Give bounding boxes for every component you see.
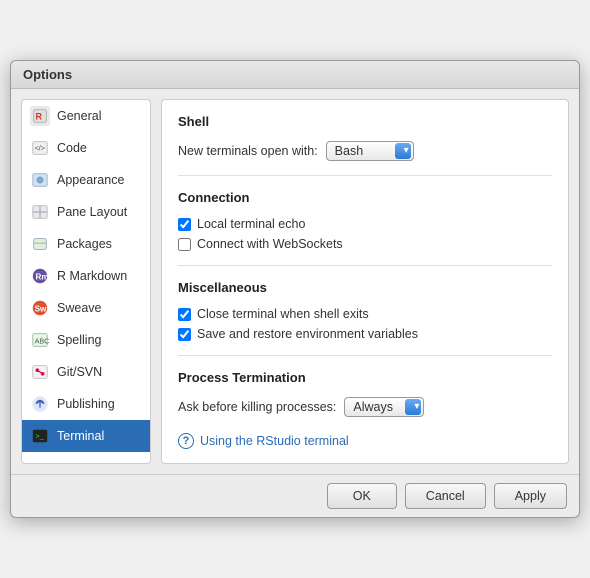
sidebar-item-r-markdown[interactable]: Rmd R Markdown xyxy=(22,260,150,292)
env-vars-row: Save and restore environment variables xyxy=(178,327,552,341)
websockets-label: Connect with WebSockets xyxy=(197,237,343,251)
sidebar-label-packages: Packages xyxy=(57,237,112,251)
appearance-icon xyxy=(30,170,50,190)
local-echo-label: Local terminal echo xyxy=(197,217,305,231)
divider-1 xyxy=(178,175,552,176)
shell-dropdown[interactable]: Bash Zsh sh Custom... xyxy=(326,141,414,161)
section-connection: Connection Local terminal echo Connect w… xyxy=(178,190,552,251)
process-field-row: Ask before killing processes: Always Nev… xyxy=(178,397,552,417)
sidebar-label-publishing: Publishing xyxy=(57,397,115,411)
env-vars-label: Save and restore environment variables xyxy=(197,327,418,341)
sidebar-item-pane-layout[interactable]: Pane Layout xyxy=(22,196,150,228)
sidebar-item-spelling[interactable]: ABC Spelling xyxy=(22,324,150,356)
svg-text:R: R xyxy=(36,112,43,122)
svg-text:</>: </> xyxy=(35,144,45,153)
sidebar-label-appearance: Appearance xyxy=(57,173,124,187)
section-title-process: Process Termination xyxy=(178,370,552,385)
dialog-titlebar: Options xyxy=(11,61,579,89)
shell-select-wrapper[interactable]: Bash Zsh sh Custom... ▾ xyxy=(326,141,414,161)
shell-field-row: New terminals open with: Bash Zsh sh Cus… xyxy=(178,141,552,161)
sidebar-label-pane-layout: Pane Layout xyxy=(57,205,127,219)
svg-text:>_: >_ xyxy=(36,432,45,441)
section-miscellaneous: Miscellaneous Close terminal when shell … xyxy=(178,280,552,341)
apply-button[interactable]: Apply xyxy=(494,483,567,509)
dialog-footer: OK Cancel Apply xyxy=(11,474,579,517)
sidebar: R General </> Code Appearance xyxy=(21,99,151,464)
r-markdown-icon: Rmd xyxy=(30,266,50,286)
env-vars-checkbox[interactable] xyxy=(178,328,191,341)
section-title-shell: Shell xyxy=(178,114,552,129)
section-process-termination: Process Termination Ask before killing p… xyxy=(178,370,552,417)
close-terminal-row: Close terminal when shell exits xyxy=(178,307,552,321)
sidebar-item-publishing[interactable]: Publishing xyxy=(22,388,150,420)
close-terminal-checkbox[interactable] xyxy=(178,308,191,321)
git-svn-icon xyxy=(30,362,50,382)
local-echo-row: Local terminal echo xyxy=(178,217,552,231)
close-terminal-label: Close terminal when shell exits xyxy=(197,307,369,321)
process-select-wrapper[interactable]: Always Never Ask ▾ xyxy=(344,397,424,417)
sidebar-label-terminal: Terminal xyxy=(57,429,104,443)
new-terminals-label: New terminals open with: xyxy=(178,144,318,158)
ask-killing-label: Ask before killing processes: xyxy=(178,400,336,414)
dialog-body: R General </> Code Appearance xyxy=(11,89,579,474)
help-link[interactable]: ? Using the RStudio terminal xyxy=(178,433,552,449)
svg-text:Sw: Sw xyxy=(35,305,47,314)
help-icon: ? xyxy=(178,433,194,449)
sidebar-item-general[interactable]: R General xyxy=(22,100,150,132)
websockets-checkbox[interactable] xyxy=(178,238,191,251)
svg-text:Rmd: Rmd xyxy=(36,273,50,282)
sweave-icon: Sw xyxy=(30,298,50,318)
sidebar-label-sweave: Sweave xyxy=(57,301,101,315)
svg-text:ABC: ABC xyxy=(35,337,49,346)
divider-2 xyxy=(178,265,552,266)
packages-icon xyxy=(30,234,50,254)
sidebar-item-code[interactable]: </> Code xyxy=(22,132,150,164)
sidebar-label-r-markdown: R Markdown xyxy=(57,269,127,283)
pane-layout-icon xyxy=(30,202,50,222)
sidebar-item-git-svn[interactable]: Git/SVN xyxy=(22,356,150,388)
sidebar-item-terminal[interactable]: >_ Terminal xyxy=(22,420,150,452)
section-title-misc: Miscellaneous xyxy=(178,280,552,295)
sidebar-label-general: General xyxy=(57,109,101,123)
cancel-button[interactable]: Cancel xyxy=(405,483,486,509)
help-link-text: Using the RStudio terminal xyxy=(200,434,349,448)
content-area: Shell New terminals open with: Bash Zsh … xyxy=(161,99,569,464)
sidebar-label-spelling: Spelling xyxy=(57,333,101,347)
terminal-icon: >_ xyxy=(30,426,50,446)
code-icon: </> xyxy=(30,138,50,158)
dialog-title: Options xyxy=(23,67,72,82)
general-icon: R xyxy=(30,106,50,126)
section-shell: Shell New terminals open with: Bash Zsh … xyxy=(178,114,552,161)
sidebar-item-packages[interactable]: Packages xyxy=(22,228,150,260)
local-echo-checkbox[interactable] xyxy=(178,218,191,231)
websockets-row: Connect with WebSockets xyxy=(178,237,552,251)
sidebar-label-git-svn: Git/SVN xyxy=(57,365,102,379)
sidebar-item-appearance[interactable]: Appearance xyxy=(22,164,150,196)
spelling-icon: ABC xyxy=(30,330,50,350)
options-dialog: Options R General </> Code xyxy=(10,60,580,518)
ok-button[interactable]: OK xyxy=(327,483,397,509)
section-title-connection: Connection xyxy=(178,190,552,205)
sidebar-label-code: Code xyxy=(57,141,87,155)
divider-3 xyxy=(178,355,552,356)
process-dropdown[interactable]: Always Never Ask xyxy=(344,397,424,417)
sidebar-item-sweave[interactable]: Sw Sweave xyxy=(22,292,150,324)
publishing-icon xyxy=(30,394,50,414)
